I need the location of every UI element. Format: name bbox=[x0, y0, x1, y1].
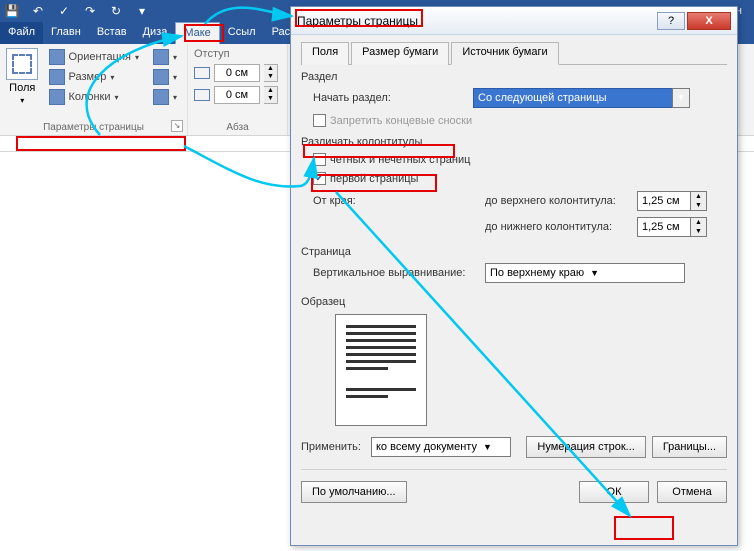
size-button[interactable]: Размер ▾ bbox=[45, 68, 143, 86]
save-icon[interactable]: 💾 bbox=[4, 3, 20, 19]
tab-insert[interactable]: Встав bbox=[89, 22, 135, 44]
odd-even-label: четных и нечетных страниц bbox=[330, 154, 470, 166]
dialog-close-button[interactable]: X bbox=[687, 12, 731, 30]
page-setup-group-label: Параметры страницы bbox=[0, 122, 187, 133]
dialog-tab-papersource[interactable]: Источник бумаги bbox=[451, 42, 558, 65]
paragraph-group-label: Абза bbox=[188, 122, 287, 133]
header-distance-label: до верхнего колонтитула: bbox=[485, 195, 637, 207]
header-distance-input[interactable]: 1,25 см bbox=[637, 191, 691, 211]
margins-button[interactable]: Поля ▾ bbox=[6, 48, 39, 106]
dialog-tab-fields[interactable]: Поля bbox=[301, 42, 349, 65]
valign-select[interactable]: По верхнему краю▼ bbox=[485, 263, 685, 283]
apply-to-select[interactable]: ко всему документу▼ bbox=[371, 437, 511, 457]
page-setup-launcher[interactable]: ↘ bbox=[171, 120, 183, 132]
group-page-setup: Поля ▾ Ориентация ▾ Размер ▾ Колонки ▾ ▾… bbox=[0, 44, 188, 135]
headers-footers-label: Различать колонтитулы bbox=[301, 136, 727, 148]
indent-left-spin[interactable]: ▲▼ bbox=[264, 64, 278, 82]
columns-button[interactable]: Колонки ▾ bbox=[45, 88, 143, 106]
spellcheck-icon[interactable]: ✓ bbox=[56, 3, 72, 19]
header-distance-spin[interactable]: ▲▼ bbox=[691, 191, 707, 211]
section-start-select[interactable]: Со следующей страницы ▼ bbox=[473, 88, 673, 108]
indent-left-icon bbox=[194, 67, 210, 79]
indent-right-row: 0 см ▲▼ bbox=[194, 86, 281, 104]
section-label: Раздел bbox=[301, 71, 727, 83]
size-icon bbox=[49, 69, 65, 85]
redo-icon[interactable]: ↷ bbox=[82, 3, 98, 19]
indent-right-icon bbox=[194, 89, 210, 101]
line-numbers-button[interactable]: Нумерация строк... bbox=[526, 436, 645, 458]
dialog-help-button[interactable]: ? bbox=[657, 12, 685, 30]
repeat-icon[interactable]: ↻ bbox=[108, 3, 124, 19]
cancel-button[interactable]: Отмена bbox=[657, 481, 727, 503]
orientation-icon bbox=[49, 49, 65, 65]
dialog-title: Параметры страницы bbox=[297, 14, 418, 28]
suppress-endnotes-label: Запретить концевые сноски bbox=[330, 115, 472, 127]
dropdown-icon[interactable]: ▾ bbox=[134, 3, 150, 19]
orientation-button[interactable]: Ориентация ▾ bbox=[45, 48, 143, 66]
tab-home[interactable]: Главн bbox=[43, 22, 89, 44]
columns-icon bbox=[49, 89, 65, 105]
suppress-endnotes-checkbox[interactable] bbox=[313, 114, 326, 127]
valign-label: Вертикальное выравнивание: bbox=[313, 267, 485, 279]
group-indent: Отступ 0 см ▲▼ 0 см ▲▼ Абза bbox=[188, 44, 288, 135]
section-start-label: Начать раздел: bbox=[313, 92, 473, 104]
hyphenation-button[interactable]: ▾ bbox=[149, 88, 181, 106]
indent-left-input[interactable]: 0 см bbox=[214, 64, 260, 82]
dialog-titlebar: Параметры страницы ? X bbox=[291, 7, 737, 35]
borders-button[interactable]: Границы... bbox=[652, 436, 727, 458]
margins-icon bbox=[6, 48, 38, 80]
linenumbers-button[interactable]: ▾ bbox=[149, 68, 181, 86]
apply-to-label: Применить: bbox=[301, 441, 371, 453]
hyphenation-icon bbox=[153, 89, 169, 105]
tab-references[interactable]: Ссыл bbox=[220, 22, 264, 44]
linenumbers-icon bbox=[153, 69, 169, 85]
page-section-label: Страница bbox=[301, 246, 727, 258]
footer-distance-spin[interactable]: ▲▼ bbox=[691, 217, 707, 237]
breaks-icon bbox=[153, 49, 169, 65]
dialog-tabs: Поля Размер бумаги Источник бумаги bbox=[301, 41, 727, 65]
first-page-label: первой страницы bbox=[330, 173, 418, 185]
indent-right-spin[interactable]: ▲▼ bbox=[264, 86, 278, 104]
page-setup-dialog: Параметры страницы ? X Поля Размер бумаг… bbox=[290, 6, 738, 546]
tab-design[interactable]: Диза bbox=[135, 22, 176, 44]
odd-even-checkbox[interactable] bbox=[313, 153, 326, 166]
tab-file[interactable]: Файл bbox=[0, 22, 43, 44]
footer-distance-input[interactable]: 1,25 см bbox=[637, 217, 691, 237]
default-button[interactable]: По умолчанию... bbox=[301, 481, 407, 503]
indent-label: Отступ bbox=[194, 48, 281, 60]
tab-layout[interactable]: Маке bbox=[175, 22, 219, 44]
undo-icon[interactable]: ↶ bbox=[30, 3, 46, 19]
first-page-checkbox[interactable]: ✔ bbox=[313, 172, 326, 185]
indent-left-row: 0 см ▲▼ bbox=[194, 64, 281, 82]
from-edge-label: От края: bbox=[313, 195, 485, 207]
footer-distance-label: до нижнего колонтитула: bbox=[485, 221, 637, 233]
indent-right-input[interactable]: 0 см bbox=[214, 86, 260, 104]
breaks-button[interactable]: ▾ bbox=[149, 48, 181, 66]
margins-label: Поля bbox=[9, 82, 35, 94]
preview-thumbnail bbox=[335, 314, 427, 426]
dropdown-arrow-icon[interactable]: ▼ bbox=[672, 88, 690, 108]
dialog-tab-papersize[interactable]: Размер бумаги bbox=[351, 42, 449, 65]
ok-button[interactable]: ОК bbox=[579, 481, 649, 503]
preview-label: Образец bbox=[301, 296, 727, 308]
